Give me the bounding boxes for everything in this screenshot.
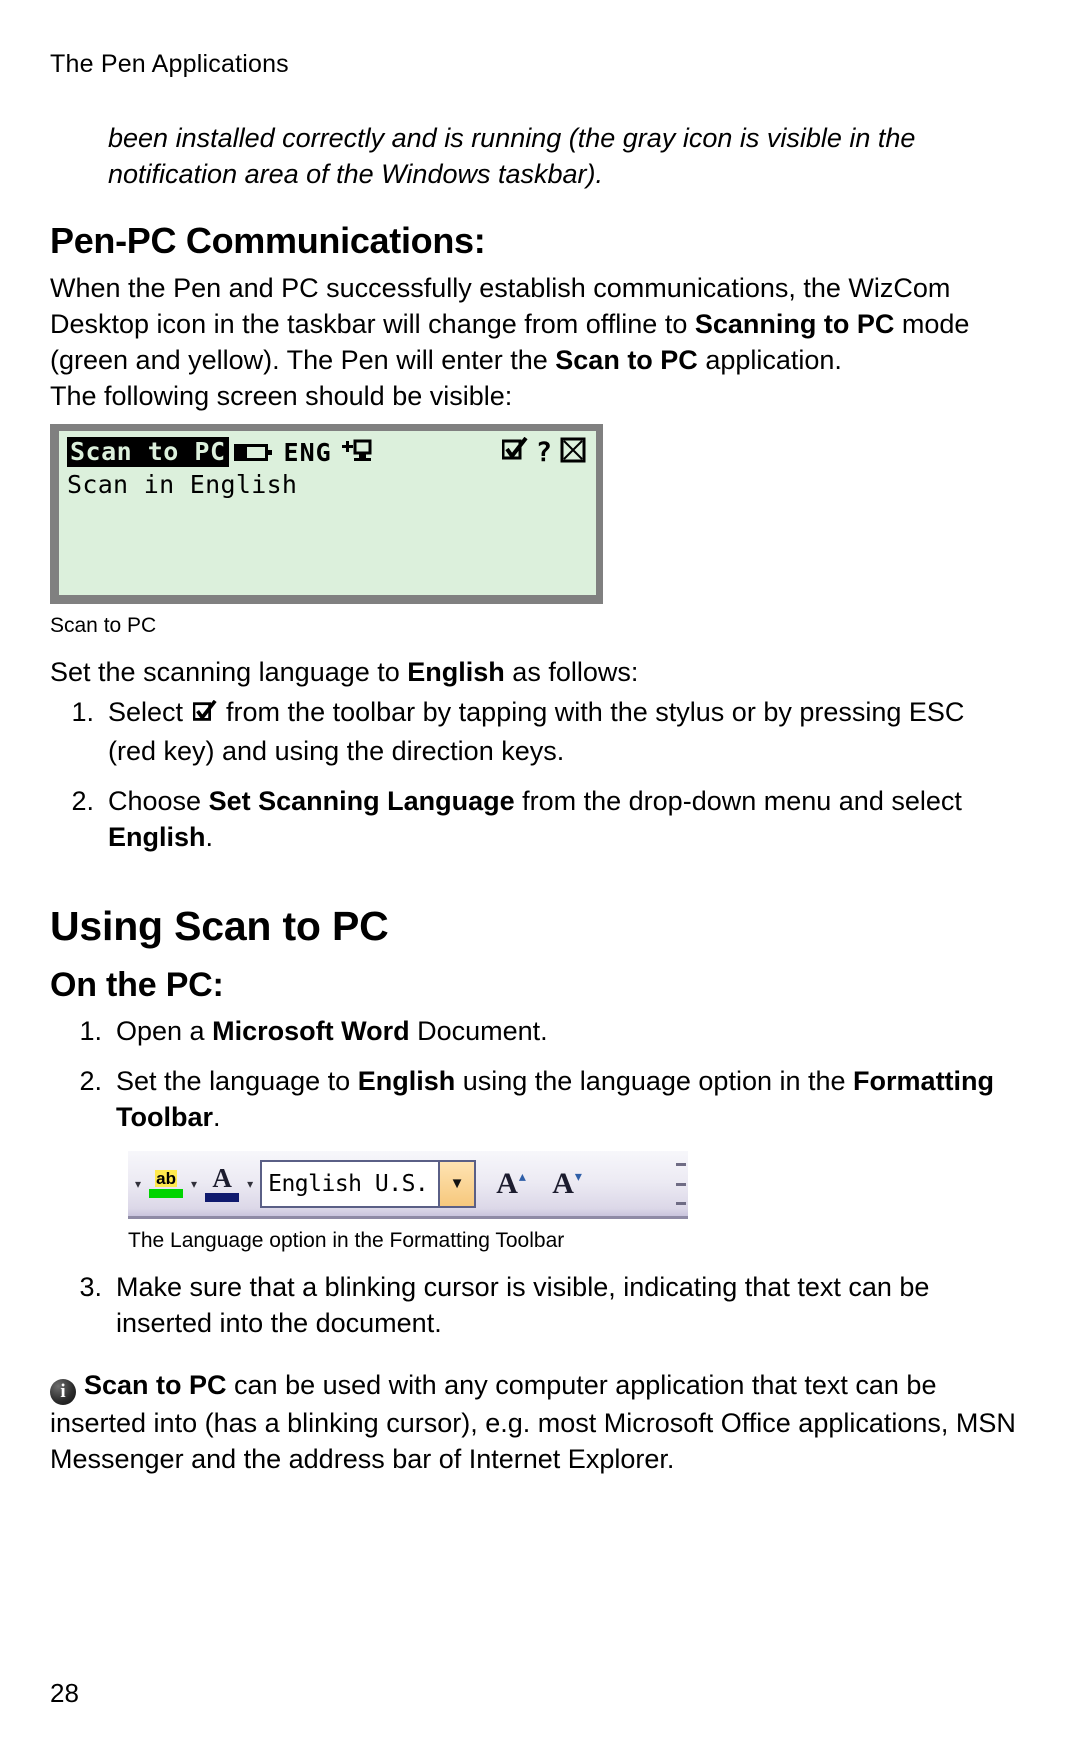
info-note: i Scan to PC can be used with any compute… — [50, 1367, 1018, 1477]
battery-icon — [233, 443, 272, 461]
word-toolbar-caption: The Language option in the Formatting To… — [128, 1229, 565, 1252]
lcd-language-label: ENG — [283, 437, 332, 467]
checkbox-pen-icon — [192, 697, 217, 733]
step2-bold2: English — [108, 822, 206, 852]
lcd-toolbar-icons: ? — [501, 436, 588, 467]
set-language-steps: 1. Select from the toolbar by tapping wi… — [50, 694, 1018, 855]
info-note-paragraph: i Scan to PC can be used with any compute… — [50, 1367, 1018, 1477]
grip-line — [676, 1182, 686, 1186]
step-text: Select from the toolbar by tapping with … — [108, 694, 1018, 769]
lcd-figure: Scan to PC ENG ? Scan in English Scan to… — [50, 424, 1018, 640]
pcstep2-bold: English — [357, 1066, 456, 1096]
lcd-screen: Scan to PC ENG ? Scan in English — [59, 431, 596, 595]
font-color-dropdown-caret-icon[interactable]: ▾ — [247, 1178, 253, 1190]
step-text: Open a Microsoft Word Document. — [116, 1013, 1018, 1049]
step-number: 1. — [79, 1016, 102, 1046]
highlight-button[interactable]: ab — [145, 1168, 187, 1198]
font-color-swatch — [205, 1193, 240, 1202]
lcd-title-bar: Scan to PC ENG ? — [67, 436, 588, 467]
pcstep2-post: . — [213, 1102, 221, 1132]
step1-post: from the toolbar by tapping with the sty… — [108, 697, 965, 766]
step-number: 2. — [71, 786, 94, 816]
on-the-pc-steps-cont: 3. Make sure that a blinking cursor is v… — [50, 1269, 1018, 1341]
word-toolbar-figure: ▾ ab ▾ A ▾ English U.S. ▼ A ▴ A ▾ The La… — [128, 1151, 1018, 1255]
document-page: The Pen Applications been installed corr… — [0, 0, 1080, 1749]
pc-connect-icon — [341, 439, 372, 465]
lcd-help-label[interactable]: ? — [536, 439, 552, 466]
running-head: The Pen Applications — [50, 50, 289, 78]
heading-using-scan-to-pc: Using Scan to PC — [50, 903, 389, 949]
step2-pre: Choose — [108, 786, 209, 816]
close-box-icon[interactable] — [560, 437, 586, 467]
step2-bold: Set Scanning Language — [208, 786, 515, 816]
page-number: 28 — [50, 1678, 79, 1708]
formatting-toolbar: ▾ ab ▾ A ▾ English U.S. ▼ A ▴ A ▾ — [128, 1151, 688, 1219]
chevron-down-icon[interactable]: ▼ — [438, 1161, 475, 1206]
checkbox-pen-icon[interactable] — [501, 436, 528, 467]
set-language-intro: Set the scanning language to English as … — [50, 654, 1018, 690]
pcstep1-bold: Microsoft Word — [212, 1016, 410, 1046]
step1-pre: Select — [108, 697, 191, 727]
step-text: Make sure that a blinking cursor is visi… — [116, 1272, 930, 1338]
list-item: 2. Set the language to English using the… — [50, 1063, 1018, 1135]
shrink-font-button[interactable]: A ▾ — [544, 1166, 590, 1200]
info-icon: i — [50, 1379, 76, 1405]
step-number: 2. — [79, 1066, 102, 1096]
pcstep1-pre: Open a — [116, 1016, 213, 1046]
step-number: 3. — [79, 1272, 102, 1302]
step-number: 1. — [71, 697, 94, 727]
pen-pc-paragraph: When the Pen and PC successfully establi… — [50, 270, 1018, 378]
lcd-figure-caption: Scan to PC — [50, 614, 157, 637]
grow-font-letter: A — [496, 1166, 518, 1200]
step2-mid: from the drop-down menu and select — [514, 786, 962, 816]
following-screen-paragraph: The following screen should be visible: — [50, 381, 513, 411]
list-item: 2. Choose Set Scanning Language from the… — [50, 783, 1018, 855]
lcd-app-title: Scan to PC — [67, 437, 229, 467]
shrink-font-letter: A — [552, 1166, 574, 1200]
list-item: 1. Open a Microsoft Word Document. — [50, 1013, 1018, 1049]
list-item: 3. Make sure that a blinking cursor is v… — [50, 1269, 1018, 1341]
step-text: Set the language to English using the la… — [116, 1063, 1018, 1135]
grow-font-button[interactable]: A ▴ — [488, 1166, 534, 1200]
pcstep2-pre: Set the language to — [116, 1066, 358, 1096]
set-language-intro-bold: English — [407, 657, 505, 687]
font-color-letter: A — [212, 1163, 232, 1193]
arrow-up-icon: ▴ — [518, 1167, 526, 1184]
set-language-intro-c: as follows: — [504, 657, 639, 687]
step-text: Choose Set Scanning Language from the dr… — [108, 783, 1018, 855]
pen-pc-bold-scanning-to-pc: Scanning to PC — [694, 309, 895, 339]
pcstep1-post: Document. — [409, 1016, 548, 1046]
language-combobox[interactable]: English U.S. ▼ — [260, 1159, 477, 1208]
continuation-paragraph: been installed correctly and is running … — [108, 123, 916, 189]
heading-on-the-pc: On the PC: — [50, 966, 224, 1004]
arrow-down-icon: ▾ — [574, 1167, 582, 1184]
pen-pc-text-3: application. — [697, 345, 842, 375]
lcd-body-text: Scan in English — [67, 470, 298, 499]
highlight-color-swatch — [149, 1188, 184, 1198]
highlight-dropdown-caret-icon[interactable]: ▾ — [191, 1178, 197, 1190]
pen-pc-bold-scan-to-pc: Scan to PC — [555, 345, 698, 375]
language-value[interactable]: English U.S. — [262, 1161, 439, 1206]
on-the-pc-steps: 1. Open a Microsoft Word Document. 2. Se… — [50, 1013, 1018, 1135]
toolbar-grip-handle[interactable] — [676, 1163, 686, 1205]
lcd-bezel: Scan to PC ENG ? Scan in English — [50, 424, 603, 604]
step2-post: . — [205, 822, 214, 852]
heading-pen-pc-communications: Pen-PC Communications: — [50, 220, 486, 261]
font-color-button[interactable]: A — [201, 1165, 243, 1202]
set-language-intro-a: Set the scanning language to — [50, 657, 408, 687]
info-note-bold: Scan to PC — [84, 1370, 227, 1400]
highlight-ab-label: ab — [155, 1168, 177, 1188]
grip-line — [676, 1202, 686, 1205]
toolbar-overflow-caret-icon[interactable]: ▾ — [135, 1178, 141, 1190]
pcstep2-mid: using the language option in the — [455, 1066, 854, 1096]
grip-line — [676, 1163, 686, 1166]
list-item: 1. Select from the toolbar by tapping wi… — [50, 694, 1018, 769]
